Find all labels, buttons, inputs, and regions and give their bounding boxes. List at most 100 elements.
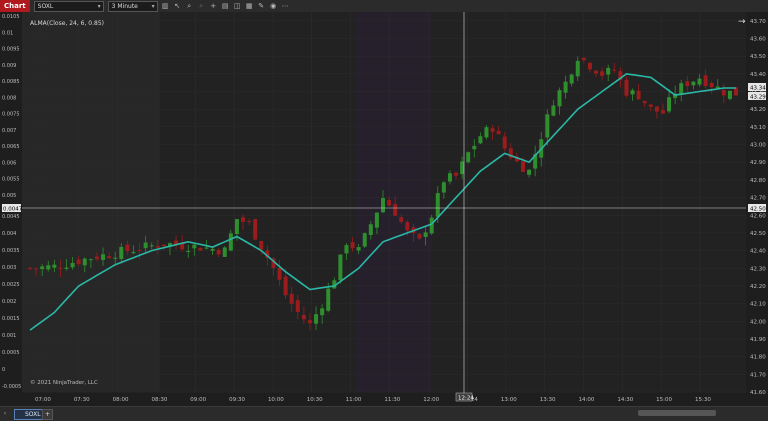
candle-body [624,79,629,96]
candle-body [472,145,477,150]
x-tick-label: 13:00 [501,397,517,403]
x-tick-label: 13:30 [540,397,556,403]
x-tick-label: 08:00 [113,397,129,403]
candle-body [460,161,465,175]
candle-body [356,247,361,251]
left-tick-label: 0.001 [2,333,16,339]
right-tick-label: 43.70 [750,19,766,25]
left-tick-label: 0.008 [2,95,16,101]
candle-body [423,232,428,237]
chart-tab[interactable]: Chart [0,0,30,12]
x-tick-label: 14:30 [617,397,633,403]
horizontal-scrollbar[interactable] [638,410,716,416]
interval-selector[interactable]: 3 Minute ▾ [107,0,158,12]
candle-body [606,67,611,75]
candle-body [697,78,702,85]
candle-body [107,256,112,258]
candle-body [387,200,392,206]
candle-body [581,57,586,61]
crosshair-time: 12:24 [458,396,474,402]
candle-body [155,246,160,248]
strategies-icon[interactable]: ▦ [245,2,254,11]
scroll-right-icon[interactable]: → [738,17,746,27]
candle-body [28,267,32,269]
candle-body [520,161,525,172]
candle-body [484,127,489,138]
candle-body [326,288,331,311]
right-tick-label: 43.10 [750,125,766,131]
properties-icon[interactable]: ▤ [221,2,230,11]
candle-body [374,212,379,228]
right-tick-label: 42.10 [750,302,766,308]
left-tick-label: 0.0025 [2,282,20,288]
zoom-icon[interactable]: ⌕ [185,2,194,11]
candle-body [52,264,57,268]
bars-icon[interactable]: ▥ [161,2,170,11]
left-tick-label: 0.0035 [2,248,20,254]
right-tick-label: 43.20 [750,107,766,113]
add-tab-icon[interactable]: + [42,409,53,420]
candle-body [113,257,118,259]
candle-body [660,110,665,114]
candle-body [259,241,264,250]
snapshot-icon[interactable]: ◉ [269,2,278,11]
zoom-out-icon[interactable]: ⌕ [197,2,206,11]
candle-body [667,97,672,112]
crosshair-icon[interactable]: + [209,2,218,11]
drawing-icon[interactable]: ✎ [257,2,266,11]
more-icon[interactable]: ⋯ [281,2,290,11]
candle-body [405,221,410,231]
candle-body [283,276,288,296]
right-tick-label: 42.00 [750,319,766,325]
interval-value: 3 Minute [111,2,138,10]
left-tick-label: 0.004 [2,231,16,237]
left-tick-label: 0.0075 [2,112,20,118]
instrument-selector[interactable]: SOXL ▾ [33,0,104,12]
candle-body [727,90,732,99]
left-tick-label: 0.01 [2,30,13,36]
left-tick-label: 0.0095 [2,47,20,53]
left-tick-label: 0.0055 [2,177,20,183]
left-tick-label: 0.0005 [2,350,20,356]
candle-body [222,247,227,257]
candle-body [301,314,306,320]
price-chart[interactable]: 07:00 07:30 08:00 08:30 09:00 09:30 10:00 10:30… [0,12,768,406]
x-tick-label: 14:00 [579,397,595,403]
right-tick-label: 43.40 [750,72,766,78]
candle-body [70,262,75,268]
candle-body [362,233,367,247]
left-tick-label: 0.0085 [2,79,20,85]
candle-body [685,81,690,87]
right-tick-label: 43.50 [750,54,766,60]
candle-body [314,314,319,324]
candle-body [94,256,99,260]
left-tick-label: 0.0015 [2,316,20,322]
right-tick-label: 43.00 [750,143,766,149]
candle-body [368,224,373,235]
candle-body [466,152,471,163]
chevron-left-icon[interactable]: ‹ [0,407,10,421]
candle-body [417,233,422,239]
candle-body [88,259,93,261]
right-tick-label: 42.70 [750,196,766,202]
candle-body [545,114,550,138]
x-tick-label: 10:30 [307,397,323,403]
chevron-down-icon: ▾ [151,2,155,10]
chart-panel[interactable]: 07:00 07:30 08:00 08:30 09:00 09:30 10:00 10:30… [0,12,768,406]
chevron-down-icon: ▾ [97,2,101,10]
candle-body [630,90,635,95]
indicators-icon[interactable]: ◫ [233,2,242,11]
candle-body [454,172,459,176]
left-tick-label: 0.006 [2,160,16,166]
candle-body [496,130,501,135]
bottom-bar: ‹ SOXL + [0,406,768,421]
session-shade [355,12,432,392]
pointer-icon[interactable]: ↖ [173,2,182,11]
candle-body [131,251,136,254]
candle-body [192,244,197,249]
right-tick-label: 43.60 [750,37,766,43]
right-tick-label: 42.50 [750,231,766,237]
candle-body [125,244,130,252]
candle-body [40,266,45,270]
candle-body [247,220,252,222]
